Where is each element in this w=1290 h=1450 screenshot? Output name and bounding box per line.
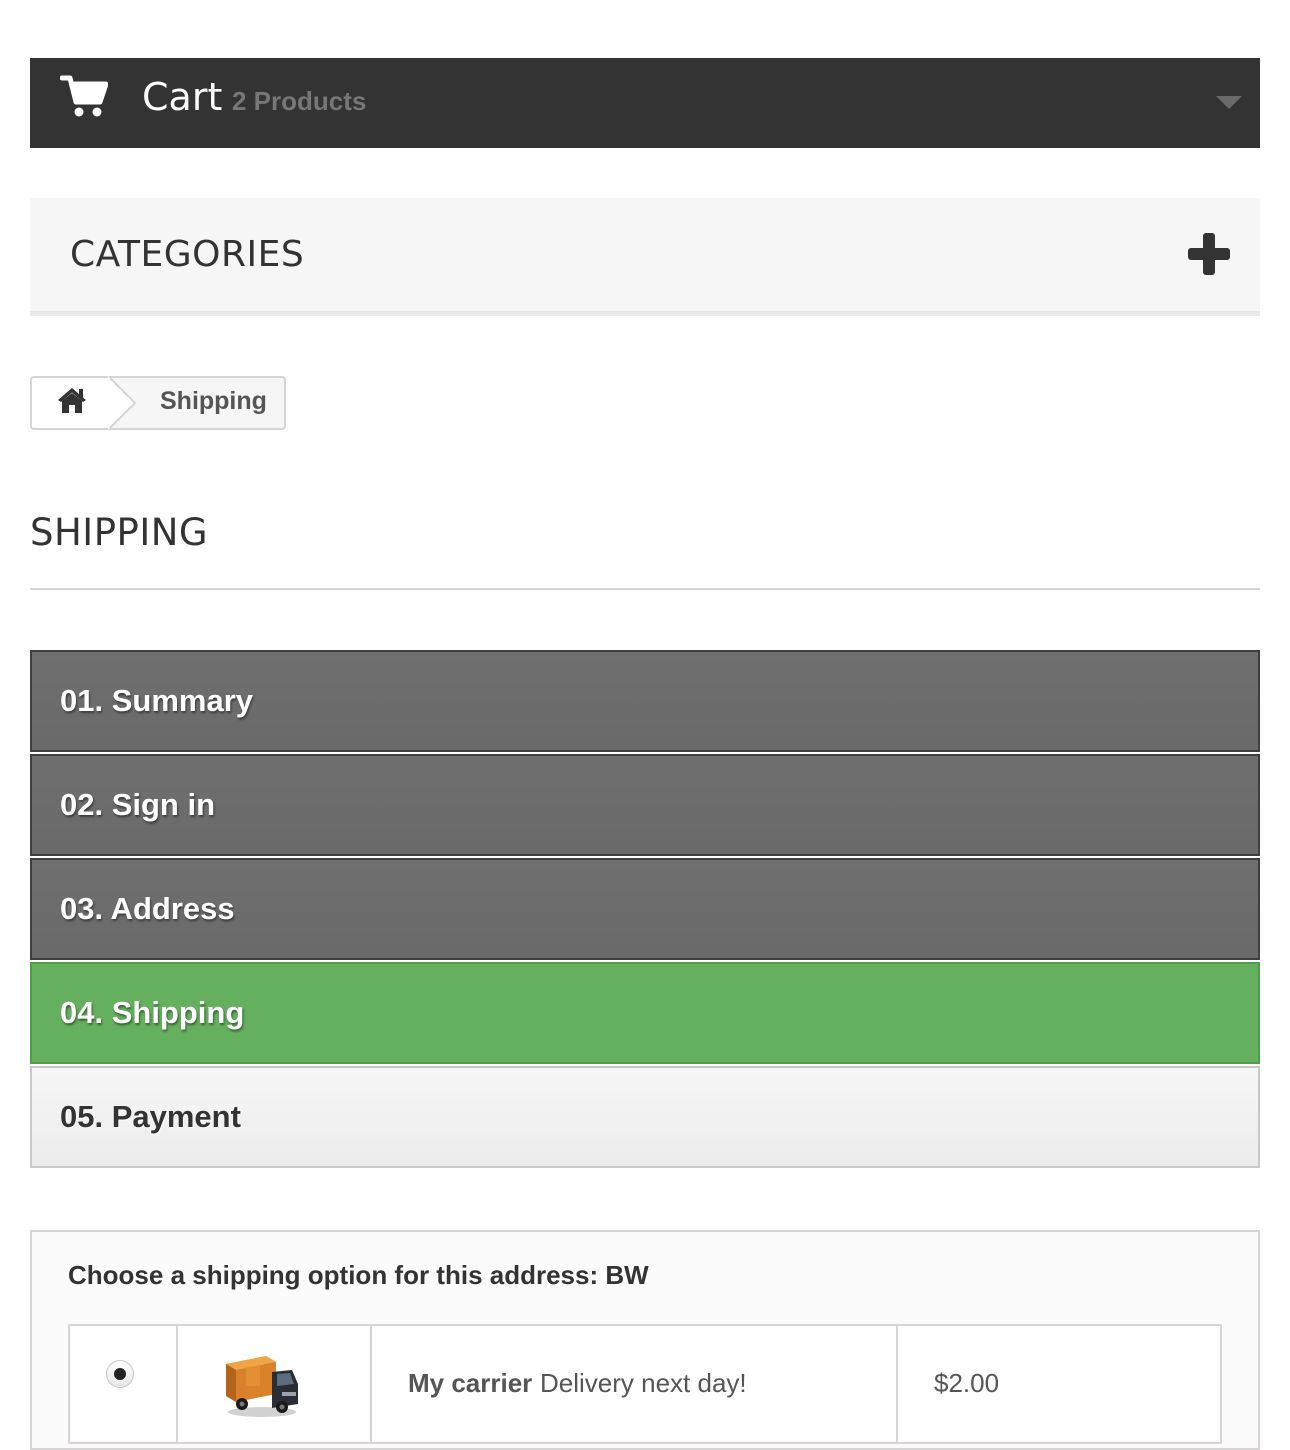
- step-sign-in[interactable]: 02. Sign in: [30, 754, 1260, 856]
- table-divider: [176, 1324, 178, 1444]
- step-label: 01. Summary: [60, 683, 253, 718]
- truck-icon: [226, 1356, 298, 1417]
- plus-icon[interactable]: [1187, 232, 1231, 276]
- cart-title[interactable]: Cart: [142, 74, 222, 120]
- shipping-options-title: Choose a shipping option for this addres…: [68, 1260, 649, 1290]
- chevron-down-icon[interactable]: [1216, 94, 1242, 110]
- checkout-steps: 01. Summary 02. Sign in 03. Address 04. …: [30, 650, 1260, 1168]
- step-label: 05. Payment: [60, 1099, 241, 1134]
- table-divider: [370, 1324, 372, 1444]
- breadcrumb-separator: [108, 376, 137, 430]
- step-shipping: 04. Shipping: [30, 962, 1260, 1064]
- categories-title[interactable]: CATEGORIES: [70, 232, 304, 278]
- cart-product-count: 2 Products: [232, 86, 367, 116]
- table-divider: [896, 1324, 898, 1444]
- cart-icon: [60, 75, 108, 117]
- carrier-price: $2.00: [934, 1368, 1000, 1398]
- page-title: SHIPPING: [30, 511, 209, 554]
- carrier-name: My carrier: [408, 1368, 533, 1398]
- step-label: 04. Shipping: [60, 995, 245, 1030]
- carrier-radio-selected-dot: [114, 1368, 126, 1380]
- step-label: 03. Address: [60, 891, 235, 926]
- step-address[interactable]: 03. Address: [30, 858, 1260, 960]
- step-summary[interactable]: 01. Summary: [30, 650, 1260, 752]
- heading-divider: [30, 588, 1260, 590]
- step-label: 02. Sign in: [60, 787, 216, 822]
- home-icon[interactable]: [56, 386, 88, 414]
- step-payment: 05. Payment: [30, 1066, 1260, 1168]
- carrier-delivery-time: Delivery next day!: [540, 1368, 747, 1398]
- breadcrumb-current: Shipping: [160, 387, 267, 415]
